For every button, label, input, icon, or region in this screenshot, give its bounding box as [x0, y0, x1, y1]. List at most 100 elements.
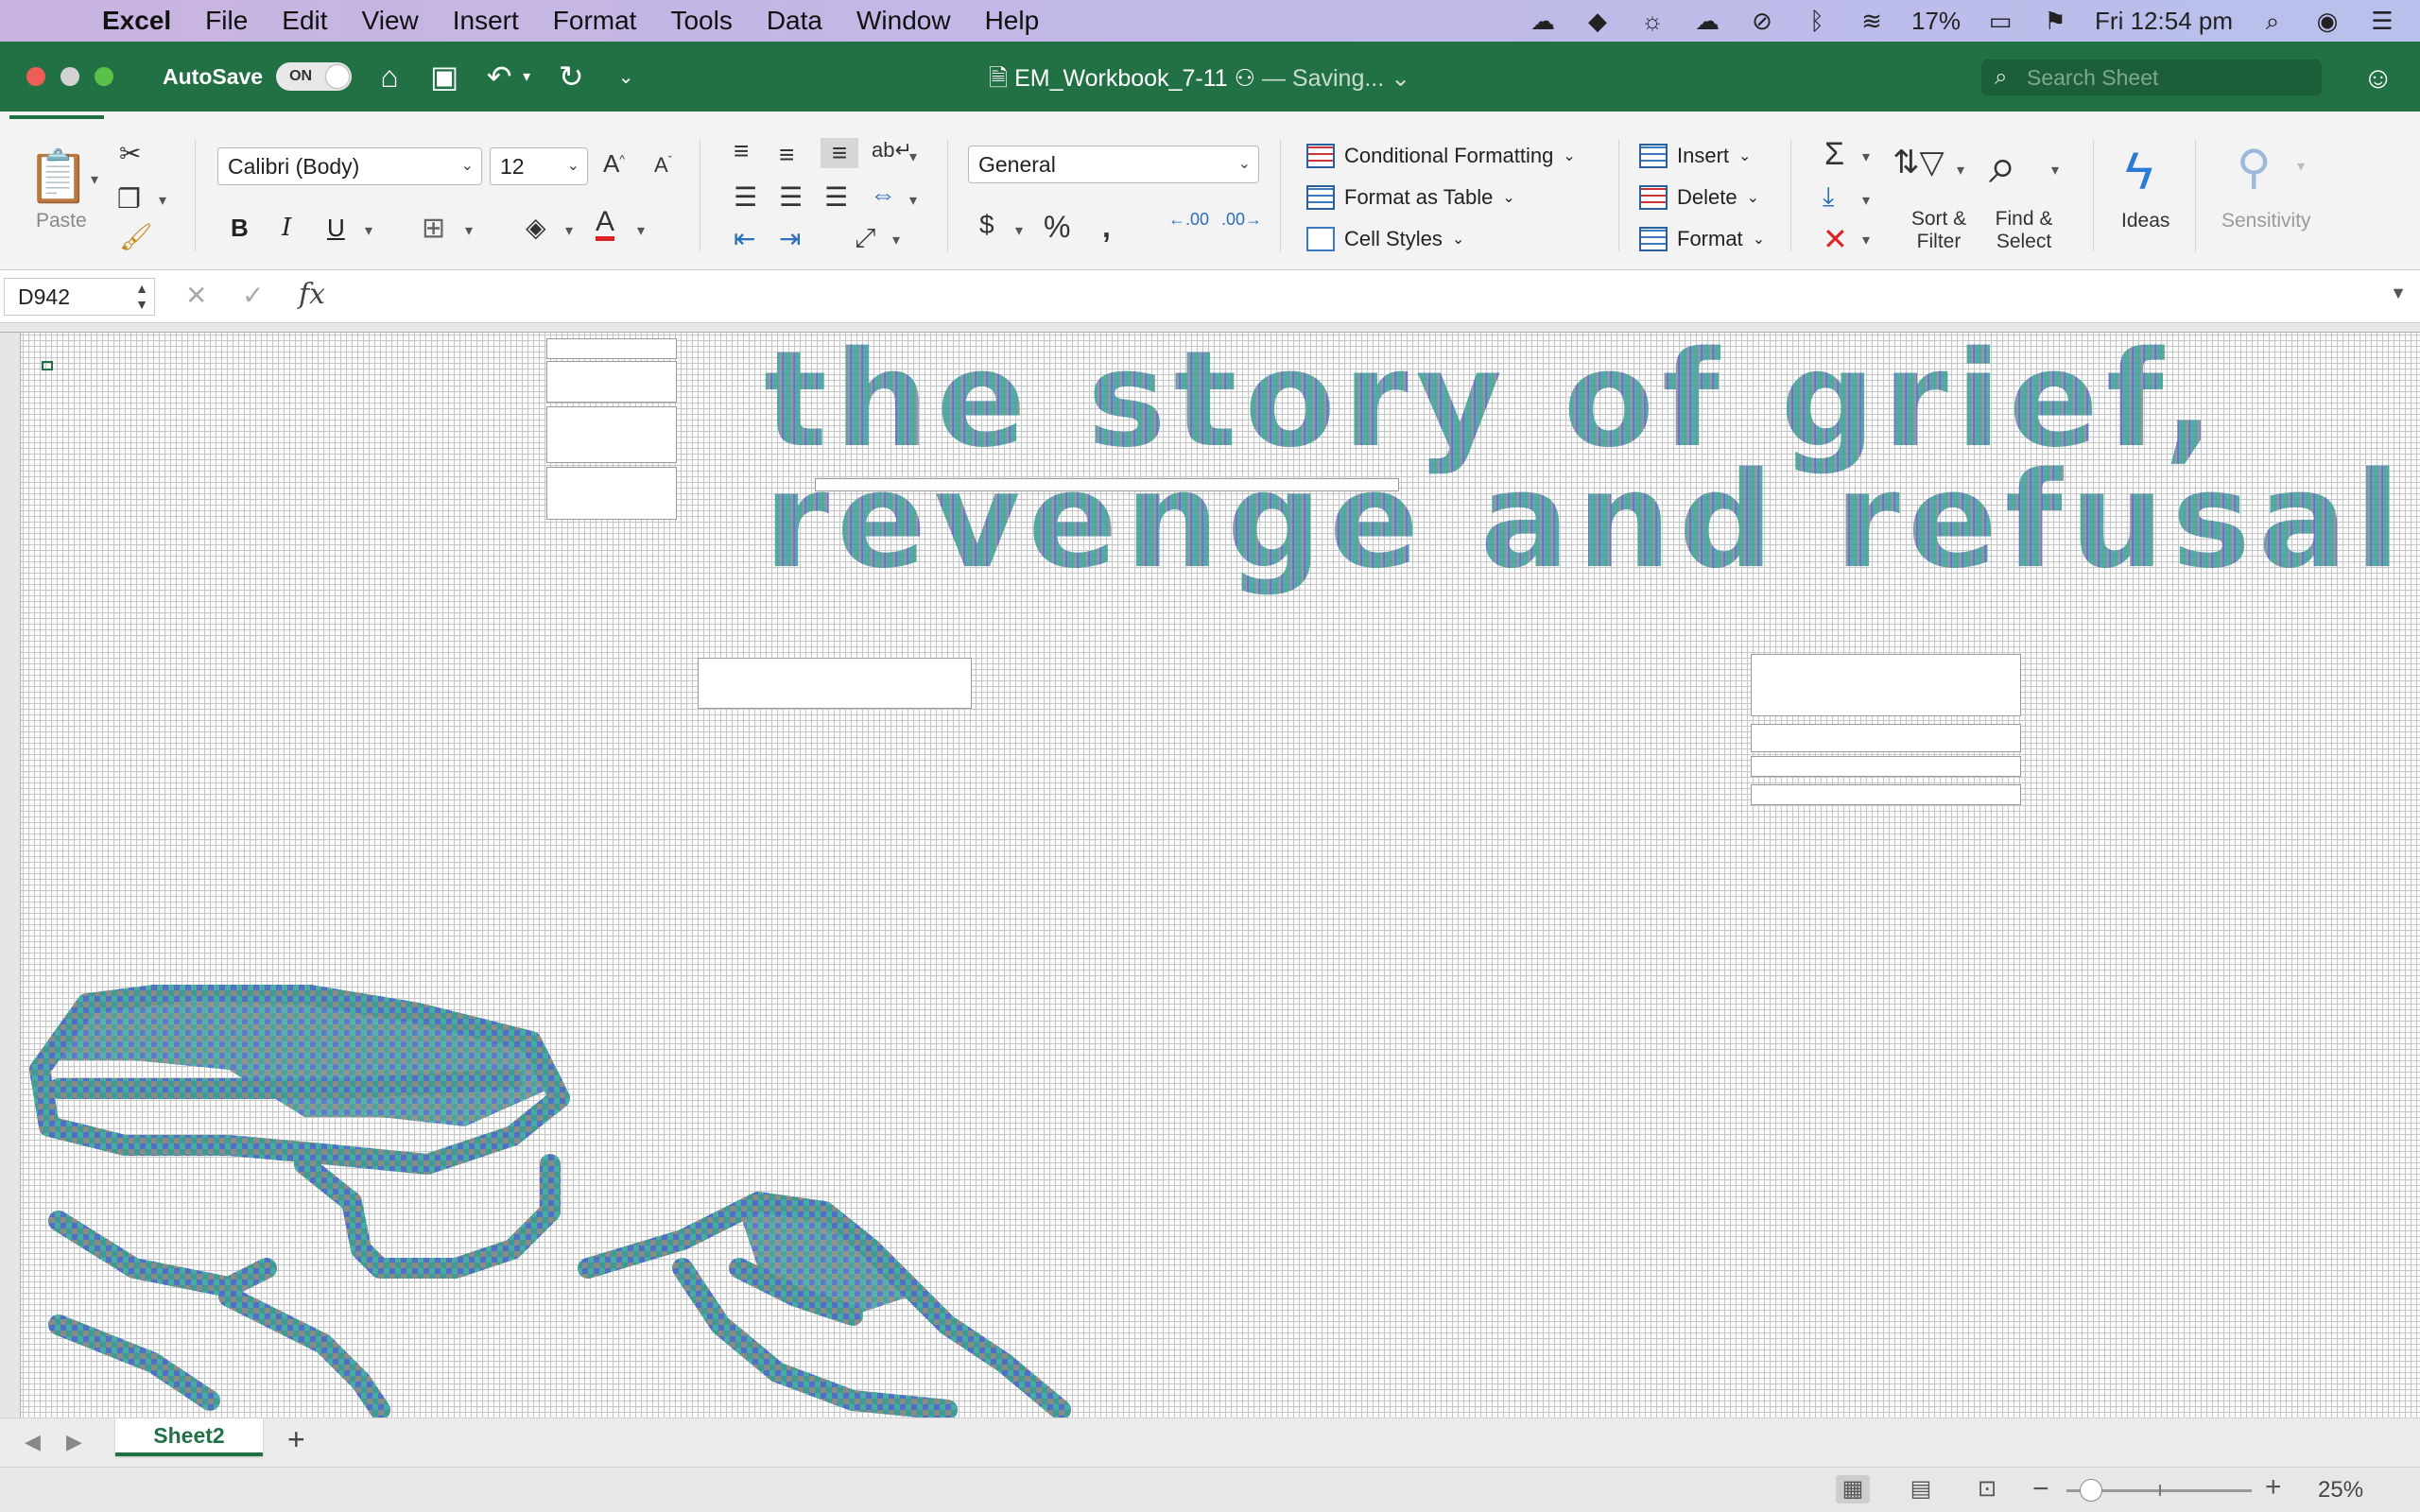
menu-edit[interactable]: Edit	[282, 6, 327, 36]
find-select-dropdown-icon[interactable]: ▾	[2051, 161, 2059, 180]
italic-button[interactable]: I	[282, 214, 291, 242]
zoom-window-button[interactable]	[95, 67, 113, 86]
battery-icon[interactable]: ▭	[1985, 7, 2015, 35]
menu-view[interactable]: View	[362, 6, 419, 36]
dropbox-icon[interactable]: ◆	[1582, 7, 1613, 35]
save-icon[interactable]: ▣	[427, 59, 461, 94]
increase-indent-icon[interactable]: ⇥	[779, 223, 801, 254]
format-painter-icon[interactable]: 🖌	[119, 221, 153, 252]
sensitivity-button[interactable]: Sensitivity	[2221, 210, 2311, 232]
undo-icon[interactable]: ↶	[482, 59, 516, 94]
tiny-text-block[interactable]	[815, 478, 1399, 491]
align-bottom-icon[interactable]: ≡	[821, 138, 858, 168]
search-sheet-input[interactable]: ⌕ Search Sheet	[1981, 60, 2322, 95]
add-sheet-button[interactable]: +	[287, 1422, 305, 1457]
align-center-icon[interactable]: ☰	[779, 181, 803, 213]
sensitivity-dropdown-icon[interactable]: ▾	[2297, 157, 2305, 176]
font-color-icon[interactable]: A	[596, 208, 615, 241]
next-sheet-icon[interactable]: ▶	[66, 1430, 82, 1454]
font-size-combo[interactable]: 12 ⌄	[490, 147, 588, 185]
menu-help[interactable]: Help	[985, 6, 1040, 36]
format-cells-button[interactable]: Format ⌄	[1639, 227, 1765, 251]
number-format-combo[interactable]: General ⌄	[968, 146, 1259, 183]
menu-app-excel[interactable]: Excel	[102, 6, 171, 36]
tiny-text-block[interactable]	[546, 406, 677, 463]
underline-dropdown-icon[interactable]: ▾	[365, 221, 372, 240]
menubar-clock[interactable]: Fri 12:54 pm	[2095, 7, 2233, 36]
comma-style-icon[interactable]: ,	[1102, 210, 1111, 245]
merge-dropdown-icon[interactable]: ▾	[909, 191, 917, 210]
bluetooth-icon[interactable]: ᛒ	[1802, 7, 1832, 35]
flag-icon[interactable]: ⚑	[2040, 7, 2070, 35]
borders-dropdown-icon[interactable]: ▾	[465, 221, 473, 240]
currency-icon[interactable]: $	[979, 210, 994, 240]
menu-data[interactable]: Data	[767, 6, 822, 36]
document-title[interactable]: 🗎 EM_Workbook_7-11 ⚇ — Saving... ⌄	[989, 60, 1410, 101]
fill-color-icon[interactable]: ◈	[526, 212, 546, 243]
percent-icon[interactable]: %	[1044, 210, 1070, 245]
redo-icon[interactable]: ↻	[554, 59, 588, 94]
text-orientation-dropdown-icon[interactable]: ▾	[892, 231, 900, 249]
insert-cells-button[interactable]: Insert ⌄	[1639, 144, 1751, 168]
zoom-in-button[interactable]: +	[2265, 1471, 2282, 1503]
active-cell-selection[interactable]	[42, 361, 53, 370]
find-select-icon[interactable]: ⌕	[1989, 138, 2016, 196]
orientation-dropdown-icon[interactable]: ▾	[909, 147, 917, 166]
control-center-icon[interactable]: ☰	[2367, 7, 2397, 35]
cancel-entry-icon[interactable]: ✕	[185, 280, 207, 311]
tiny-text-block[interactable]	[546, 338, 677, 359]
cell-styles-button[interactable]: Cell Styles ⌄	[1306, 227, 1464, 251]
zoom-out-button[interactable]: −	[2032, 1473, 2049, 1505]
undo-dropdown-icon[interactable]: ▾	[520, 67, 533, 86]
row-headers[interactable]	[0, 333, 21, 1418]
name-box[interactable]: D942 ▲ ▼	[4, 278, 155, 316]
conditional-formatting-button[interactable]: Conditional Formatting ⌄	[1306, 144, 1576, 168]
menu-window[interactable]: Window	[856, 6, 951, 36]
creative-cloud-icon[interactable]: ☁	[1528, 7, 1558, 35]
find-select-button[interactable]: Find & Select	[1981, 208, 2066, 253]
cut-icon[interactable]: ✂	[119, 138, 141, 169]
delete-cells-button[interactable]: Delete ⌄	[1639, 185, 1759, 210]
sort-filter-icon[interactable]: ⇅▽	[1893, 144, 1945, 181]
sort-filter-dropdown-icon[interactable]: ▾	[1957, 161, 1964, 180]
align-right-icon[interactable]: ☰	[824, 181, 848, 213]
tiny-text-block[interactable]	[546, 361, 677, 403]
worksheet-grid[interactable]: the story of grief, revenge and refusal	[0, 323, 2420, 1418]
previous-sheet-icon[interactable]: ◀	[25, 1430, 41, 1454]
expand-formula-bar-icon[interactable]: ▼	[2390, 284, 2407, 303]
currency-dropdown-icon[interactable]: ▾	[1015, 221, 1023, 240]
page-break-preview-icon[interactable]: ⊡	[1970, 1475, 2004, 1503]
autosum-dropdown-icon[interactable]: ▾	[1862, 147, 1870, 166]
tiny-text-block[interactable]	[698, 658, 972, 709]
feedback-smiley-icon[interactable]: ☺	[2362, 60, 2394, 95]
wrap-text-icon[interactable]: ab↵	[872, 138, 912, 163]
normal-view-icon[interactable]: ▦	[1836, 1475, 1870, 1503]
siri-icon[interactable]: ◉	[2312, 7, 2342, 35]
text-orientation-icon[interactable]: ⤢	[855, 223, 875, 254]
customize-toolbar-icon[interactable]: ⌄	[609, 65, 643, 89]
format-as-table-button[interactable]: Format as Table ⌄	[1306, 185, 1515, 210]
paste-button-label[interactable]: Paste	[36, 210, 87, 232]
align-middle-icon[interactable]: ≡	[779, 140, 794, 170]
page-layout-view-icon[interactable]: ▤	[1904, 1475, 1938, 1503]
zoom-slider-thumb[interactable]	[2080, 1479, 2102, 1502]
paste-dropdown-icon[interactable]: ▾	[91, 170, 98, 189]
copy-dropdown-icon[interactable]: ▾	[159, 191, 166, 210]
menu-tools[interactable]: Tools	[670, 6, 732, 36]
wifi-icon[interactable]: ≋	[1857, 7, 1887, 35]
brightness-icon[interactable]: ☼	[1637, 7, 1668, 35]
fill-dropdown-icon[interactable]: ▾	[1862, 191, 1870, 210]
increase-decimal-button[interactable]: ←.00	[1168, 210, 1209, 230]
align-top-icon[interactable]: ≡	[734, 136, 749, 166]
autosave-toggle[interactable]: ON	[276, 62, 353, 91]
bold-button[interactable]: B	[231, 214, 249, 243]
name-box-spinner-icon[interactable]: ▲ ▼	[135, 281, 148, 313]
menu-file[interactable]: File	[205, 6, 248, 36]
do-not-disturb-icon[interactable]: ⊘	[1747, 7, 1777, 35]
clear-icon[interactable]: ✕	[1823, 221, 1848, 257]
icloud-icon[interactable]: ☁	[1692, 7, 1722, 35]
font-name-combo[interactable]: Calibri (Body) ⌄	[217, 147, 482, 185]
increase-font-size-icon[interactable]: A^	[603, 149, 625, 179]
tiny-text-block[interactable]	[1751, 654, 2021, 716]
fill-color-dropdown-icon[interactable]: ▾	[565, 221, 573, 240]
